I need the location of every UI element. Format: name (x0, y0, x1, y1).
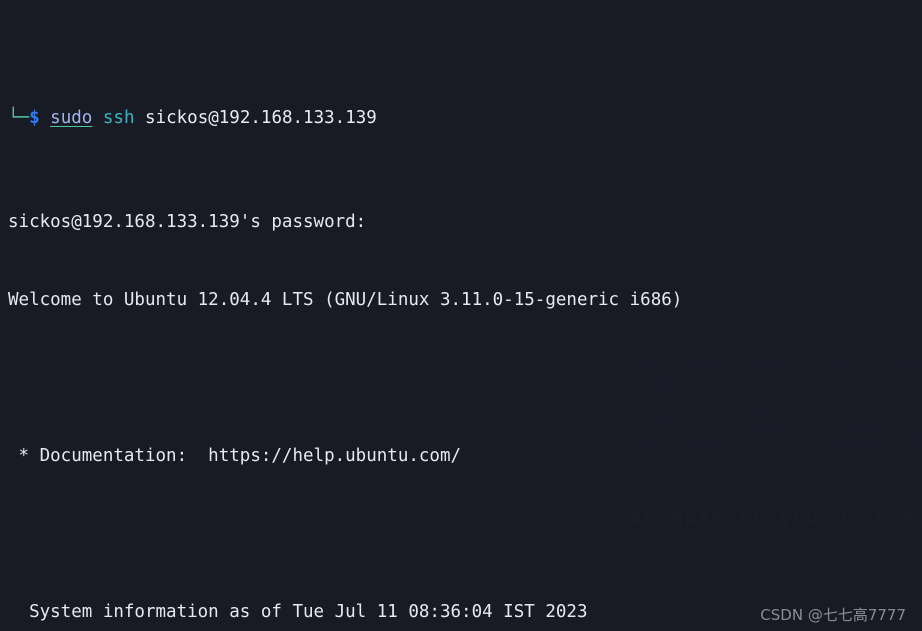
command-ssh: ssh (102, 108, 135, 128)
csdn-watermark: CSDN @七七高7777 (760, 606, 906, 624)
terminal-line: sickos@192.168.133.139's password: (8, 212, 367, 232)
terminal-pane[interactable]: └─$ sudo ssh sickos@192.168.133.139 sick… (0, 0, 922, 631)
prompt-dollar-symbol: $ (29, 108, 40, 128)
terminal-output[interactable]: └─$ sudo ssh sickos@192.168.133.139 sick… (8, 1, 922, 631)
command-sudo: sudo (50, 108, 93, 128)
command-arguments: sickos@192.168.133.139 (134, 108, 377, 128)
terminal-window: KALI "the quieter you become, th Trash F… (0, 0, 922, 631)
prompt-corner-icon: └─ (8, 108, 30, 128)
terminal-command-line: └─$ sudo ssh sickos@192.168.133.139 (8, 105, 922, 131)
terminal-line: * Documentation: https://help.ubuntu.com… (8, 446, 462, 466)
terminal-line: Welcome to Ubuntu 12.04.4 LTS (GNU/Linux… (8, 290, 683, 310)
